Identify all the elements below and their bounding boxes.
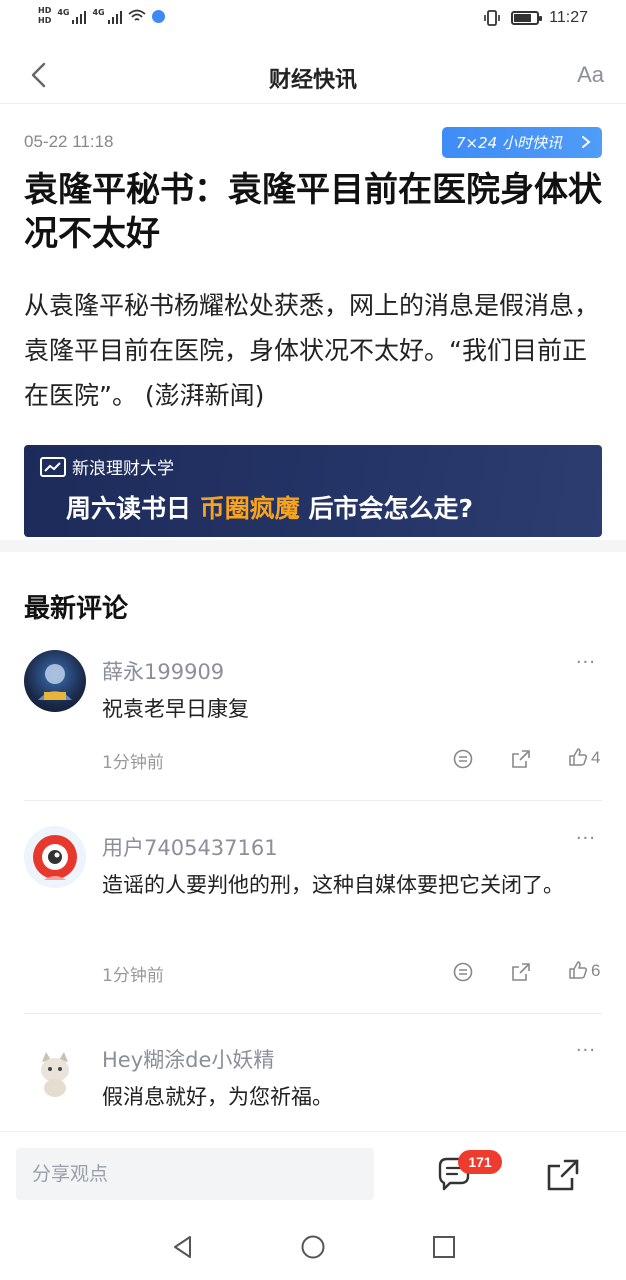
chevron-right-icon: [582, 136, 591, 148]
banner-slogan: 周六读书日 币圈疯魔 后市会怎么走?: [66, 489, 473, 525]
recents-square-icon[interactable]: [431, 1234, 457, 1260]
live-news-tag-label: 7×24 小时快讯: [456, 134, 562, 152]
hd-label-2: HD: [38, 16, 52, 25]
chart-icon: [40, 456, 66, 477]
battery-fill: [514, 14, 532, 22]
banner-brand: 新浪理财大学: [40, 454, 174, 479]
share-opinion-input[interactable]: [16, 1148, 374, 1200]
status-right: 11:27: [483, 9, 588, 27]
banner-slogan-a: 周六读书日: [66, 494, 192, 523]
banner-slogan-c: 后市会怎么走?: [308, 494, 473, 523]
share-icon[interactable]: [510, 748, 532, 770]
signal-icon-2: 4G: [92, 8, 122, 24]
share-icon[interactable]: [510, 961, 532, 983]
like-count: 6: [591, 961, 601, 980]
comment-more-button[interactable]: ···: [576, 652, 596, 673]
page-title: 财经快讯: [268, 68, 357, 93]
banner-brand-label: 新浪理财大学: [72, 459, 174, 479]
comment-text: 假消息就好，为您祈福。: [102, 1085, 333, 1109]
comment-count-badge: 171: [458, 1150, 502, 1174]
back-triangle-icon[interactable]: [170, 1234, 196, 1260]
comment-username[interactable]: 薛永199909: [102, 656, 224, 686]
live-news-tag-button[interactable]: 7×24 小时快讯: [442, 127, 602, 158]
battery-icon: [511, 11, 543, 25]
comment-time: 1分钟前: [102, 966, 164, 986]
status-left: HD HD 4G 4G: [38, 6, 165, 26]
network-type-1: 4G: [57, 8, 70, 17]
vibrate-icon: [484, 10, 500, 26]
hd-label-1: HD: [38, 6, 52, 15]
status-bar: HD HD 4G 4G 11:27: [0, 0, 626, 40]
avatar[interactable]: [24, 650, 86, 712]
banner-slogan-b: 币圈疯魔: [199, 494, 300, 523]
bottom-bar: 171: [0, 1131, 626, 1221]
article-headline: 袁隆平秘书：袁隆平目前在医院身体状况不太好: [24, 170, 602, 254]
comment-separator: [24, 1013, 602, 1014]
wifi-icon: [128, 9, 146, 21]
reply-icon[interactable]: [452, 961, 474, 983]
home-circle-icon[interactable]: [300, 1234, 326, 1260]
comment-text: 造谣的人要判他的刑，这种自媒体要把它关闭了。: [102, 873, 564, 897]
clock: 11:27: [549, 9, 588, 26]
share-icon[interactable]: [546, 1158, 580, 1192]
avatar[interactable]: [24, 1040, 86, 1102]
article-time: 05-22 11:18: [24, 132, 114, 151]
reply-icon[interactable]: [452, 748, 474, 770]
system-nav-bar: [0, 1222, 626, 1280]
comment-separator: [24, 800, 602, 801]
comment-more-button[interactable]: ···: [576, 1040, 596, 1061]
avatar[interactable]: [24, 826, 86, 888]
like-count: 4: [591, 748, 601, 767]
like-icon[interactable]: [567, 959, 589, 981]
network-type-2: 4G: [92, 8, 105, 17]
comment-time: 1分钟前: [102, 753, 164, 773]
comment-username[interactable]: Hey糊涂de小妖精: [102, 1044, 274, 1074]
signal-icon: 4G: [57, 8, 87, 24]
comment-more-button[interactable]: ···: [576, 828, 596, 849]
font-size-button[interactable]: Aa: [577, 62, 604, 88]
section-divider: [0, 540, 626, 552]
app-notification-icon: [151, 9, 165, 23]
article-body: 从袁隆平秘书杨耀松处获悉，网上的消息是假消息，袁隆平目前在医院，身体状况不太好。…: [24, 291, 600, 410]
comment-text: 祝袁老早日康复: [102, 697, 249, 721]
hd-indicator: HD HD: [38, 6, 51, 26]
promo-banner[interactable]: 新浪理财大学 周六读书日 币圈疯魔 后市会怎么走?: [24, 445, 602, 537]
comments-title: 最新评论: [24, 594, 129, 624]
like-icon[interactable]: [567, 746, 589, 768]
nav-bar: 财经快讯 Aa: [0, 48, 626, 104]
comment-username[interactable]: 用户7405437161: [102, 832, 278, 862]
